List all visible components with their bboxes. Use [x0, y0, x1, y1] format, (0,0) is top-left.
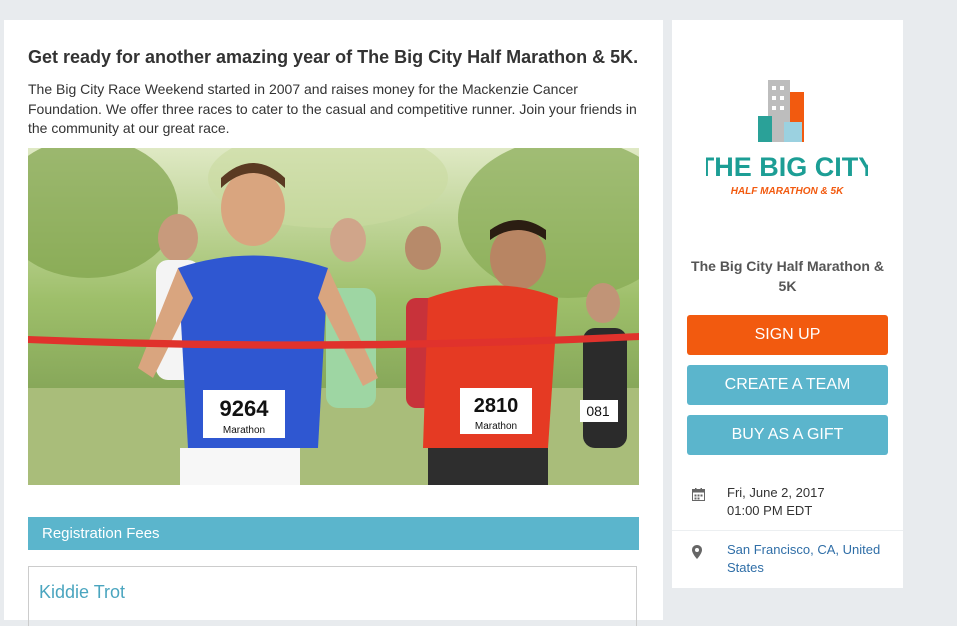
fee-item: Kiddie Trot	[28, 566, 637, 626]
event-intro-text: The Big City Race Weekend started in 200…	[28, 81, 637, 136]
bib-label-right: Marathon	[475, 421, 517, 432]
create-team-button[interactable]: CREATE A TEAM	[687, 365, 888, 405]
sign-up-button[interactable]: SIGN UP	[687, 315, 888, 355]
event-name: The Big City Half Marathon & 5K	[691, 258, 884, 294]
event-description-card: Get ready for another amazing year of Th…	[4, 20, 663, 626]
page-headline: Get ready for another amazing year of Th…	[28, 47, 639, 67]
event-time: 01:00 PM EDT	[727, 503, 813, 518]
event-location-link[interactable]: San Francisco, CA, United States	[727, 541, 892, 577]
bib-number-right: 2810	[474, 395, 519, 417]
event-sidebar: THE BIG CITY HALF MARATHON & 5K The Big …	[672, 20, 903, 588]
logo-subtitle: HALF MARATHON & 5K	[731, 186, 844, 197]
event-date: Fri, June 2, 2017	[727, 485, 825, 500]
hero-photo: 081 9264 Marathon 2810 Marathon	[28, 148, 639, 485]
buy-as-gift-button[interactable]: BUY AS A GIFT	[687, 415, 888, 455]
sidebar-divider	[672, 530, 903, 531]
bib-partial: 081	[586, 403, 610, 419]
bib-number-left: 9264	[220, 396, 270, 421]
logo-title: THE BIG CITY	[706, 152, 868, 182]
map-pin-icon	[692, 545, 702, 564]
fee-item-title: Kiddie Trot	[39, 582, 126, 602]
bib-label-left: Marathon	[223, 425, 265, 436]
event-logo: THE BIG CITY HALF MARATHON & 5K	[698, 76, 876, 211]
calendar-icon	[692, 488, 705, 506]
registration-fees-header: Registration Fees	[28, 517, 639, 550]
